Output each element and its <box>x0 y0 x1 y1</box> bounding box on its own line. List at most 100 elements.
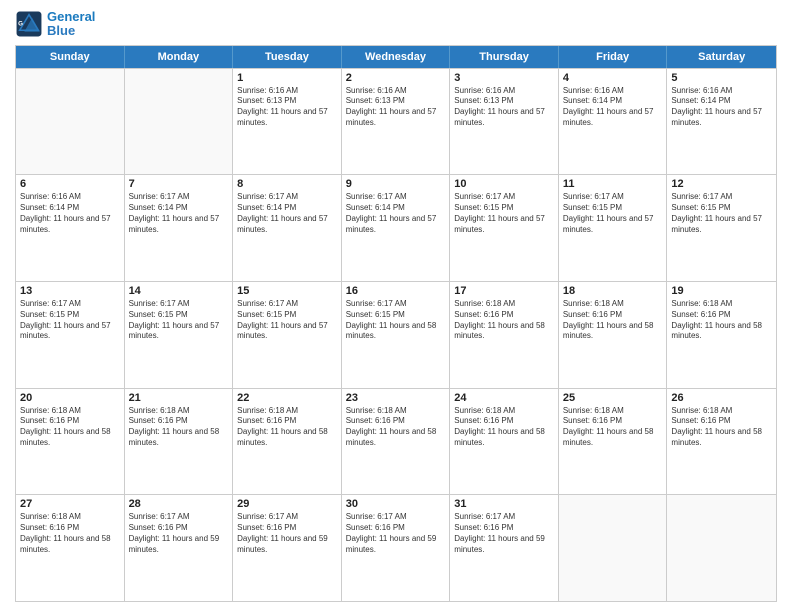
day-number: 4 <box>563 72 663 84</box>
day-cell-12: 12 Sunrise: 6:17 AM Sunset: 6:15 PM Dayli… <box>667 175 776 281</box>
day-header-thursday: Thursday <box>450 46 559 68</box>
day-info: Sunrise: 6:16 AM Sunset: 6:14 PM Dayligh… <box>563 86 663 129</box>
week-row-2: 6Sunrise: 6:16 AM Sunset: 6:14 PM Daylig… <box>16 174 776 281</box>
day-info: Sunrise: 6:17 AM Sunset: 6:16 PM Dayligh… <box>237 512 337 555</box>
day-cell-6: 6Sunrise: 6:16 AM Sunset: 6:14 PM Daylig… <box>16 175 125 281</box>
empty-cell <box>667 495 776 601</box>
day-number: 25 <box>563 392 663 404</box>
day-info: Sunrise: 6:18 AM Sunset: 6:16 PM Dayligh… <box>563 299 663 342</box>
day-number: 15 <box>237 285 337 297</box>
day-cell-10: 10 Sunrise: 6:17 AM Sunset: 6:15 PM Dayli… <box>450 175 559 281</box>
day-number: 23 <box>346 392 446 404</box>
day-info: Sunrise: 6:17 AM Sunset: 6:15 PM Dayligh… <box>346 299 446 342</box>
empty-cell <box>125 69 234 175</box>
day-number: 10 <box>454 178 554 190</box>
day-info: Sunrise: 6:16 AM Sunset: 6:13 PM Dayligh… <box>346 86 446 129</box>
day-info: Sunrise: 6:17 AM Sunset: 6:14 PM Dayligh… <box>129 192 229 235</box>
empty-cell <box>559 495 668 601</box>
day-cell-27: 27Sunrise: 6:18 AM Sunset: 6:16 PM Dayli… <box>16 495 125 601</box>
day-cell-20: 20 Sunrise: 6:18 AM Sunset: 6:16 PM Dayli… <box>16 389 125 495</box>
day-cell-7: 7 Sunrise: 6:17 AM Sunset: 6:14 PM Daylig… <box>125 175 234 281</box>
day-cell-24: 24 Sunrise: 6:18 AM Sunset: 6:16 PM Dayli… <box>450 389 559 495</box>
day-number: 16 <box>346 285 446 297</box>
day-info: Sunrise: 6:18 AM Sunset: 6:16 PM Dayligh… <box>237 406 337 449</box>
week-row-3: 13 Sunrise: 6:17 AM Sunset: 6:15 PM Dayli… <box>16 281 776 388</box>
day-info: Sunrise: 6:17 AM Sunset: 6:15 PM Dayligh… <box>671 192 772 235</box>
day-number: 27 <box>20 498 120 510</box>
day-info: Sunrise: 6:18 AM Sunset: 6:16 PM Dayligh… <box>454 406 554 449</box>
day-info: Sunrise: 6:18 AM Sunset: 6:16 PM Dayligh… <box>346 406 446 449</box>
day-number: 9 <box>346 178 446 190</box>
week-row-4: 20 Sunrise: 6:18 AM Sunset: 6:16 PM Dayli… <box>16 388 776 495</box>
day-cell-31: 31Sunrise: 6:17 AM Sunset: 6:16 PM Dayli… <box>450 495 559 601</box>
week-row-5: 27Sunrise: 6:18 AM Sunset: 6:16 PM Dayli… <box>16 494 776 601</box>
day-cell-23: 23 Sunrise: 6:18 AM Sunset: 6:16 PM Dayli… <box>342 389 451 495</box>
day-number: 17 <box>454 285 554 297</box>
day-number: 19 <box>671 285 772 297</box>
header: G General Blue <box>15 10 777 39</box>
day-number: 12 <box>671 178 772 190</box>
day-number: 22 <box>237 392 337 404</box>
day-number: 24 <box>454 392 554 404</box>
day-number: 20 <box>20 392 120 404</box>
day-cell-17: 17 Sunrise: 6:18 AM Sunset: 6:16 PM Dayli… <box>450 282 559 388</box>
day-info: Sunrise: 6:17 AM Sunset: 6:15 PM Dayligh… <box>563 192 663 235</box>
day-info: Sunrise: 6:18 AM Sunset: 6:16 PM Dayligh… <box>20 406 120 449</box>
day-number: 7 <box>129 178 229 190</box>
day-cell-19: 19 Sunrise: 6:18 AM Sunset: 6:16 PM Dayli… <box>667 282 776 388</box>
day-cell-1: 1 Sunrise: 6:16 AM Sunset: 6:13 PM Daylig… <box>233 69 342 175</box>
day-cell-2: 2Sunrise: 6:16 AM Sunset: 6:13 PM Daylig… <box>342 69 451 175</box>
day-number: 1 <box>237 72 337 84</box>
logo-icon: G <box>15 10 43 38</box>
day-cell-15: 15 Sunrise: 6:17 AM Sunset: 6:15 PM Dayli… <box>233 282 342 388</box>
day-header-saturday: Saturday <box>667 46 776 68</box>
day-number: 8 <box>237 178 337 190</box>
day-number: 13 <box>20 285 120 297</box>
day-cell-11: 11 Sunrise: 6:17 AM Sunset: 6:15 PM Dayli… <box>559 175 668 281</box>
day-info: Sunrise: 6:17 AM Sunset: 6:15 PM Dayligh… <box>129 299 229 342</box>
day-info: Sunrise: 6:17 AM Sunset: 6:15 PM Dayligh… <box>20 299 120 342</box>
day-cell-4: 4 Sunrise: 6:16 AM Sunset: 6:14 PM Daylig… <box>559 69 668 175</box>
day-header-wednesday: Wednesday <box>342 46 451 68</box>
day-header-tuesday: Tuesday <box>233 46 342 68</box>
day-number: 11 <box>563 178 663 190</box>
day-info: Sunrise: 6:16 AM Sunset: 6:13 PM Dayligh… <box>237 86 337 129</box>
day-info: Sunrise: 6:17 AM Sunset: 6:15 PM Dayligh… <box>454 192 554 235</box>
day-number: 29 <box>237 498 337 510</box>
day-info: Sunrise: 6:17 AM Sunset: 6:14 PM Dayligh… <box>237 192 337 235</box>
day-cell-18: 18 Sunrise: 6:18 AM Sunset: 6:16 PM Dayli… <box>559 282 668 388</box>
day-cell-21: 21Sunrise: 6:18 AM Sunset: 6:16 PM Dayli… <box>125 389 234 495</box>
day-number: 3 <box>454 72 554 84</box>
day-cell-25: 25Sunrise: 6:18 AM Sunset: 6:16 PM Dayli… <box>559 389 668 495</box>
day-number: 14 <box>129 285 229 297</box>
day-number: 30 <box>346 498 446 510</box>
day-cell-9: 9Sunrise: 6:17 AM Sunset: 6:14 PM Daylig… <box>342 175 451 281</box>
day-info: Sunrise: 6:18 AM Sunset: 6:16 PM Dayligh… <box>671 299 772 342</box>
empty-cell <box>16 69 125 175</box>
day-cell-26: 26Sunrise: 6:18 AM Sunset: 6:16 PM Dayli… <box>667 389 776 495</box>
day-info: Sunrise: 6:17 AM Sunset: 6:16 PM Dayligh… <box>129 512 229 555</box>
day-number: 6 <box>20 178 120 190</box>
day-cell-5: 5Sunrise: 6:16 AM Sunset: 6:14 PM Daylig… <box>667 69 776 175</box>
day-header-sunday: Sunday <box>16 46 125 68</box>
day-info: Sunrise: 6:17 AM Sunset: 6:15 PM Dayligh… <box>237 299 337 342</box>
calendar-body: 1 Sunrise: 6:16 AM Sunset: 6:13 PM Daylig… <box>16 68 776 601</box>
day-info: Sunrise: 6:17 AM Sunset: 6:16 PM Dayligh… <box>346 512 446 555</box>
svg-text:G: G <box>18 21 23 28</box>
day-cell-22: 22 Sunrise: 6:18 AM Sunset: 6:16 PM Dayli… <box>233 389 342 495</box>
day-info: Sunrise: 6:16 AM Sunset: 6:14 PM Dayligh… <box>671 86 772 129</box>
day-cell-3: 3Sunrise: 6:16 AM Sunset: 6:13 PM Daylig… <box>450 69 559 175</box>
day-number: 18 <box>563 285 663 297</box>
day-cell-28: 28 Sunrise: 6:17 AM Sunset: 6:16 PM Dayli… <box>125 495 234 601</box>
day-number: 26 <box>671 392 772 404</box>
day-info: Sunrise: 6:18 AM Sunset: 6:16 PM Dayligh… <box>454 299 554 342</box>
logo-text: General Blue <box>47 10 95 39</box>
day-header-friday: Friday <box>559 46 668 68</box>
day-header-monday: Monday <box>125 46 234 68</box>
day-info: Sunrise: 6:17 AM Sunset: 6:16 PM Dayligh… <box>454 512 554 555</box>
day-info: Sunrise: 6:18 AM Sunset: 6:16 PM Dayligh… <box>129 406 229 449</box>
day-cell-30: 30 Sunrise: 6:17 AM Sunset: 6:16 PM Dayli… <box>342 495 451 601</box>
calendar-header-row: SundayMondayTuesdayWednesdayThursdayFrid… <box>16 46 776 68</box>
logo: G General Blue <box>15 10 95 39</box>
day-number: 28 <box>129 498 229 510</box>
